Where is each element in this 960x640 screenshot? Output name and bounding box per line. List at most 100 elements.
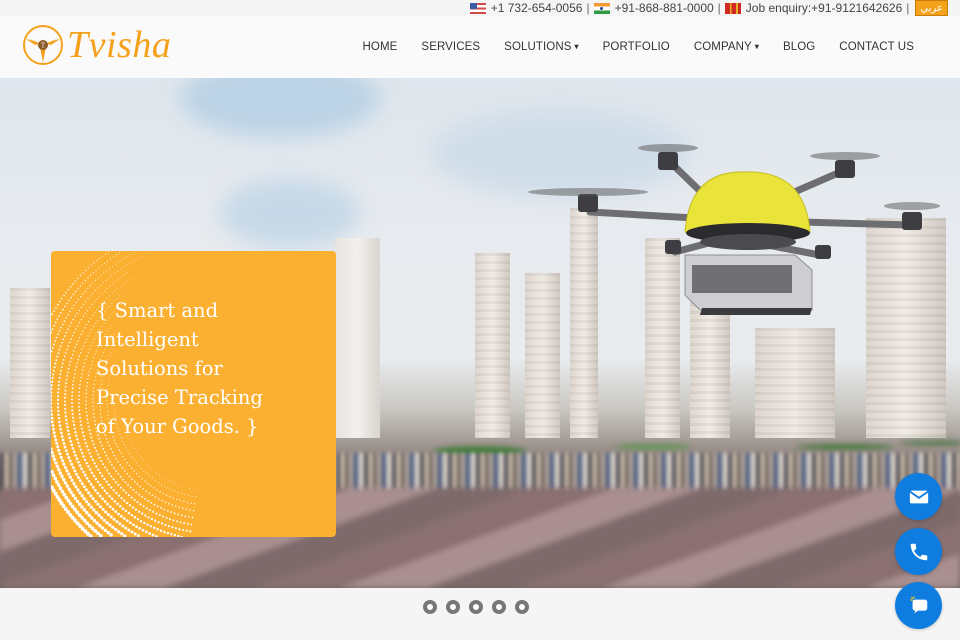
drone-image xyxy=(528,144,940,315)
halftone-dot xyxy=(80,333,82,335)
halftone-dot xyxy=(167,487,169,489)
halftone-dot xyxy=(142,488,144,490)
halftone-dot xyxy=(182,507,184,510)
halftone-dot xyxy=(70,443,74,447)
halftone-dot xyxy=(90,274,92,276)
halftone-dot xyxy=(87,378,89,380)
halftone-dot xyxy=(128,475,131,478)
contact-us-phone[interactable]: +1 732-654-0056 xyxy=(469,1,582,15)
halftone-dot xyxy=(86,414,88,417)
halftone-dot xyxy=(173,534,177,537)
halftone-dot xyxy=(91,329,93,331)
nav-company[interactable]: COMPANY ▾ xyxy=(682,41,771,53)
halftone-dot xyxy=(73,331,75,334)
halftone-dot xyxy=(107,441,109,444)
halftone-dot xyxy=(98,483,102,487)
halftone-dot xyxy=(105,521,109,525)
halftone-dot xyxy=(150,485,152,487)
halftone-dot xyxy=(86,385,88,387)
halftone-dot xyxy=(77,502,82,506)
halftone-dot xyxy=(58,329,61,332)
halftone-dot xyxy=(99,284,102,286)
slide-dot-5[interactable] xyxy=(515,600,529,614)
halftone-dot xyxy=(145,462,147,464)
halftone-dot xyxy=(90,436,93,439)
halftone-dot xyxy=(127,450,129,452)
contact-job-enquiry[interactable]: Job enquiry:+91-9121642626 xyxy=(724,1,902,15)
halftone-dot xyxy=(53,310,55,312)
email-button[interactable] xyxy=(895,473,942,520)
halftone-dot xyxy=(127,494,130,497)
halftone-dot xyxy=(83,473,87,477)
halftone-dot xyxy=(64,389,67,392)
halftone-dot xyxy=(75,434,78,437)
halftone-dot xyxy=(85,392,87,395)
halftone-dot xyxy=(66,425,69,429)
halftone-dot xyxy=(64,449,68,452)
nav-services[interactable]: SERVICES xyxy=(409,41,492,53)
nav-blog[interactable]: BLOG xyxy=(771,41,827,53)
hero-slider: { Smart and Intelligent Solutions for Pr… xyxy=(0,78,960,588)
halftone-dot xyxy=(51,387,53,391)
halftone-dot xyxy=(114,290,116,292)
halftone-dot xyxy=(108,505,112,509)
halftone-dot xyxy=(68,325,71,327)
slide-dot-3[interactable] xyxy=(469,600,483,614)
halftone-dot xyxy=(67,313,69,316)
nav-home[interactable]: HOME xyxy=(351,41,410,53)
halftone-dot xyxy=(151,533,155,537)
logo[interactable]: T Tvisha xyxy=(21,23,171,67)
halftone-dot xyxy=(168,480,170,482)
halftone-dot xyxy=(56,318,59,321)
halftone-dot xyxy=(82,330,84,332)
nav-portfolio[interactable]: PORTFOLIO xyxy=(591,41,682,53)
halftone-dot xyxy=(126,461,128,464)
halftone-dot xyxy=(86,418,89,421)
halftone-dot xyxy=(109,461,111,463)
halftone-dot xyxy=(120,532,124,536)
halftone-dot xyxy=(159,529,163,532)
halftone-dot xyxy=(55,306,57,309)
halftone-dot xyxy=(139,503,142,506)
separator: | xyxy=(906,1,910,15)
halftone-dot xyxy=(92,272,94,274)
slide-dot-4[interactable] xyxy=(492,600,506,614)
slide-dot-1[interactable] xyxy=(423,600,437,614)
halftone-dot xyxy=(60,366,63,368)
halftone-dot xyxy=(129,279,130,281)
halftone-dot xyxy=(177,491,179,493)
phone-button[interactable] xyxy=(895,528,942,575)
halftone-dot xyxy=(97,513,101,517)
halftone-dot xyxy=(105,480,108,483)
halftone-dot xyxy=(54,321,57,324)
halftone-dot xyxy=(72,283,74,285)
chat-button[interactable] xyxy=(895,582,942,629)
slide-dot-2[interactable] xyxy=(446,600,460,614)
halftone-dot xyxy=(172,519,175,522)
halftone-dot xyxy=(65,317,67,319)
halftone-dot xyxy=(107,457,109,460)
separator: | xyxy=(586,1,590,15)
halftone-dot xyxy=(84,341,86,344)
halftone-dot xyxy=(136,483,139,485)
nav-contact-us[interactable]: CONTACT US xyxy=(827,41,926,53)
halftone-dot xyxy=(115,491,118,495)
halftone-dot xyxy=(58,424,62,427)
halftone-dot xyxy=(112,489,115,492)
halftone-dot xyxy=(120,452,122,454)
halftone-dot xyxy=(80,295,82,298)
halftone-dot xyxy=(108,472,111,475)
halftone-dot xyxy=(117,483,120,486)
halftone-dot xyxy=(60,435,64,438)
halftone-dot xyxy=(76,362,78,364)
nav-solutions[interactable]: SOLUTIONS ▾ xyxy=(492,41,590,53)
halftone-dot xyxy=(109,515,113,519)
language-arabic-button[interactable]: عربي xyxy=(915,0,948,16)
halftone-dot xyxy=(123,499,126,502)
halftone-dot xyxy=(61,297,63,300)
contact-india-phone[interactable]: +91-868-881-0000 xyxy=(593,1,714,15)
halftone-dot xyxy=(67,472,71,476)
halftone-dot xyxy=(89,348,91,350)
halftone-dot xyxy=(78,309,80,312)
halftone-dot xyxy=(51,470,54,474)
